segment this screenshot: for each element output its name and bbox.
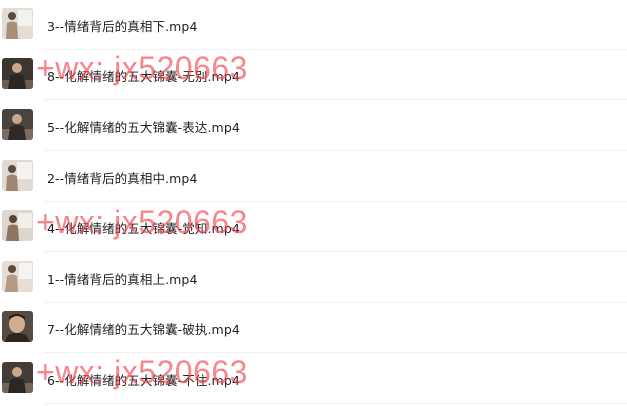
file-row[interactable]: 8--化解情绪的五大锦囊-无别.mp4 [0, 50, 627, 100]
row-divider [44, 99, 627, 100]
video-thumbnail [2, 160, 33, 191]
file-row[interactable]: 2--情绪背后的真相中.mp4 [0, 152, 627, 202]
file-row[interactable]: 4--化解情绪的五大锦囊-觉知.mp4 [0, 202, 627, 252]
file-name: 8--化解情绪的五大锦囊-无别.mp4 [47, 69, 240, 84]
video-thumbnail [2, 109, 33, 140]
file-name: 7--化解情绪的五大锦囊-破执.mp4 [47, 322, 240, 337]
row-divider [44, 251, 627, 252]
file-row[interactable]: 5--化解情绪的五大锦囊-表达.mp4 [0, 101, 627, 151]
file-row[interactable]: 3--情绪背后的真相下.mp4 [0, 0, 627, 50]
file-name: 6--化解情绪的五大锦囊-不住.mp4 [47, 373, 240, 388]
file-name: 3--情绪背后的真相下.mp4 [47, 19, 198, 34]
video-thumbnail [2, 261, 33, 292]
file-name: 2--情绪背后的真相中.mp4 [47, 171, 198, 186]
file-row[interactable]: 6--化解情绪的五大锦囊-不住.mp4 [0, 354, 627, 404]
video-thumbnail [2, 8, 33, 39]
row-divider [44, 150, 627, 151]
file-row[interactable]: 7--化解情绪的五大锦囊-破执.mp4 [0, 303, 627, 353]
video-thumbnail [2, 311, 33, 342]
row-divider [44, 352, 627, 353]
video-thumbnail [2, 58, 33, 89]
video-thumbnail [2, 210, 33, 241]
video-thumbnail [2, 362, 33, 393]
file-name: 5--化解情绪的五大锦囊-表达.mp4 [47, 120, 240, 135]
file-name: 4--化解情绪的五大锦囊-觉知.mp4 [47, 221, 240, 236]
file-row[interactable]: 1--情绪背后的真相上.mp4 [0, 253, 627, 303]
file-name: 1--情绪背后的真相上.mp4 [47, 272, 198, 287]
row-divider [44, 403, 627, 404]
